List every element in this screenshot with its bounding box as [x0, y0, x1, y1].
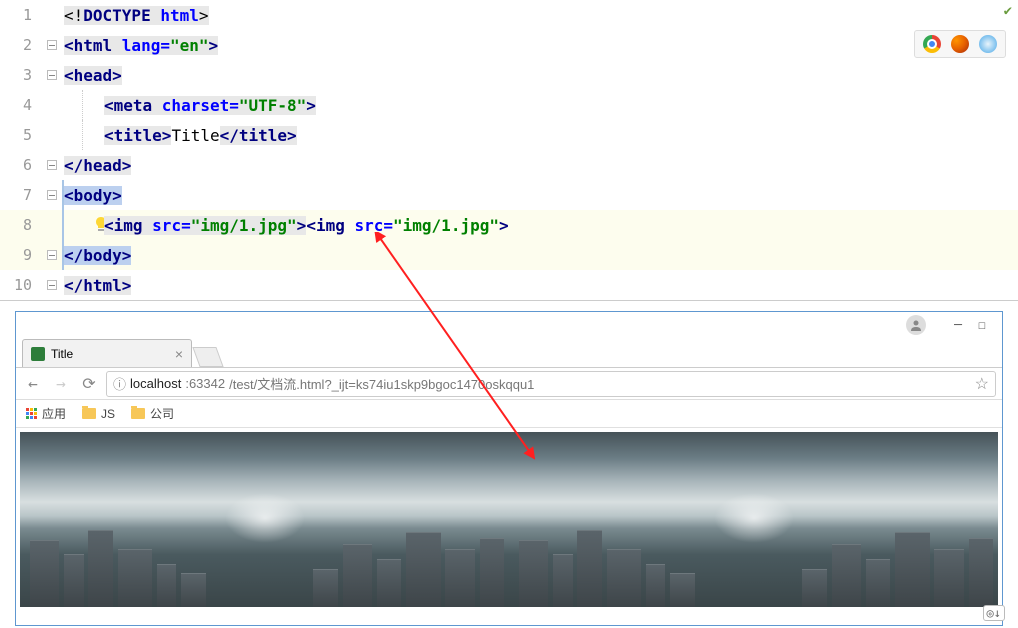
user-avatar-icon[interactable]	[906, 315, 926, 335]
address-bar-row: ← → ⟳ ⓘ localhost :63342/test/文档流.html?_i…	[16, 368, 1002, 400]
token-attr: src=	[354, 216, 393, 235]
token-tag: <title>	[104, 126, 171, 145]
token-tag: <html	[64, 36, 122, 55]
token-tag: </title>	[220, 126, 297, 145]
token-tag: <meta	[104, 96, 162, 115]
token-punct: >	[306, 96, 316, 115]
bookmarks-bar: 应用 JS 公司	[16, 400, 1002, 428]
rendered-image	[509, 432, 998, 607]
code-line[interactable]: 4 <meta charset="UTF-8">	[0, 90, 1018, 120]
fold-toggle-icon[interactable]	[47, 160, 57, 170]
token-punct: >	[209, 36, 219, 55]
fold-toggle-icon[interactable]	[47, 250, 57, 260]
site-info-icon[interactable]: ⓘ	[113, 374, 126, 393]
token-punct: <!	[64, 6, 83, 25]
apps-grid-icon	[26, 408, 37, 419]
line-number: 2	[0, 36, 40, 54]
line-number: 8	[0, 216, 40, 234]
line-number: 5	[0, 126, 40, 144]
folder-icon	[131, 408, 145, 419]
token-tag: <head>	[64, 66, 122, 85]
token-text: Title	[171, 126, 219, 145]
new-tab-button[interactable]	[192, 347, 223, 367]
bookmark-label: 公司	[150, 405, 174, 422]
browser-titlebar: ─ ☐	[16, 312, 1002, 338]
token-val: "img/1.jpg"	[191, 216, 297, 235]
fold-toggle-icon[interactable]	[47, 40, 57, 50]
apps-button[interactable]: 应用	[26, 405, 66, 422]
favicon-icon	[31, 347, 45, 361]
token-html-kw: html	[160, 6, 199, 25]
url-path: /test/文档流.html?_ijt=ks74iu1skp9bgoc1470o…	[229, 374, 534, 393]
browser-window: ─ ☐ Title × ← → ⟳ ⓘ localhost :63342/test…	[15, 311, 1003, 626]
forward-button[interactable]: →	[50, 373, 72, 395]
token-tag: <img	[104, 216, 152, 235]
code-line[interactable]: 5 <title>Title</title>	[0, 120, 1018, 150]
close-tab-icon[interactable]: ×	[175, 346, 183, 362]
token-punct: >	[499, 216, 509, 235]
url-port: :63342	[185, 376, 225, 391]
url-host: localhost	[130, 376, 181, 391]
apps-label: 应用	[42, 405, 66, 422]
code-line[interactable]: 3 <head>	[0, 60, 1018, 90]
code-line[interactable]: 9 </body>	[0, 240, 1018, 270]
back-button[interactable]: ←	[22, 373, 44, 395]
maximize-button[interactable]: ☐	[970, 315, 994, 335]
minimize-button[interactable]: ─	[946, 315, 970, 335]
code-line[interactable]: 2 <html lang="en">	[0, 30, 1018, 60]
fold-toggle-icon[interactable]	[47, 280, 57, 290]
token-tag: </body>	[64, 246, 131, 265]
bookmark-label: JS	[101, 407, 115, 421]
code-line[interactable]: 8 <img src="img/1.jpg"><img src="img/1.j…	[0, 210, 1018, 240]
bookmark-star-icon[interactable]: ☆	[975, 374, 989, 394]
token-punct: >	[297, 216, 307, 235]
token-punct: >	[199, 6, 209, 25]
token-attr: src=	[152, 216, 191, 235]
token-tag: <img	[306, 216, 354, 235]
line-number: 10	[0, 276, 40, 294]
address-bar[interactable]: ⓘ localhost :63342/test/文档流.html?_ijt=ks7…	[106, 371, 996, 397]
token-attr: lang=	[122, 36, 170, 55]
bookmark-folder-company[interactable]: 公司	[131, 405, 174, 422]
line-number: 1	[0, 6, 40, 24]
line-number: 4	[0, 96, 40, 114]
lens-badge-icon[interactable]: ◎↓	[983, 605, 1005, 621]
token-tag: </html>	[64, 276, 131, 295]
code-editor[interactable]: ✔ 1 <!DOCTYPE html> 2 <html lang="en"> 3…	[0, 0, 1018, 301]
line-number: 7	[0, 186, 40, 204]
tab-title: Title	[51, 347, 73, 361]
rendered-image	[20, 432, 509, 607]
token-tag: </head>	[64, 156, 131, 175]
bookmark-folder-js[interactable]: JS	[82, 407, 115, 421]
line-number: 9	[0, 246, 40, 264]
token-doctype: DOCTYPE	[83, 6, 160, 25]
tabs-bar: Title ×	[16, 338, 1002, 368]
code-line[interactable]: 7 <body>	[0, 180, 1018, 210]
token-tag: <body>	[64, 186, 122, 205]
code-line[interactable]: 10 </html>	[0, 270, 1018, 300]
code-line[interactable]: 6 </head>	[0, 150, 1018, 180]
token-val: "UTF-8"	[239, 96, 306, 115]
code-line[interactable]: 1 <!DOCTYPE html>	[0, 0, 1018, 30]
fold-toggle-icon[interactable]	[47, 70, 57, 80]
fold-toggle-icon[interactable]	[47, 190, 57, 200]
reload-button[interactable]: ⟳	[78, 373, 100, 395]
token-attr: charset=	[162, 96, 239, 115]
line-number: 3	[0, 66, 40, 84]
browser-tab[interactable]: Title ×	[22, 339, 192, 367]
page-viewport[interactable]	[16, 428, 1002, 611]
token-val: "img/1.jpg"	[393, 216, 499, 235]
token-val: "en"	[170, 36, 209, 55]
folder-icon	[82, 408, 96, 419]
line-number: 6	[0, 156, 40, 174]
